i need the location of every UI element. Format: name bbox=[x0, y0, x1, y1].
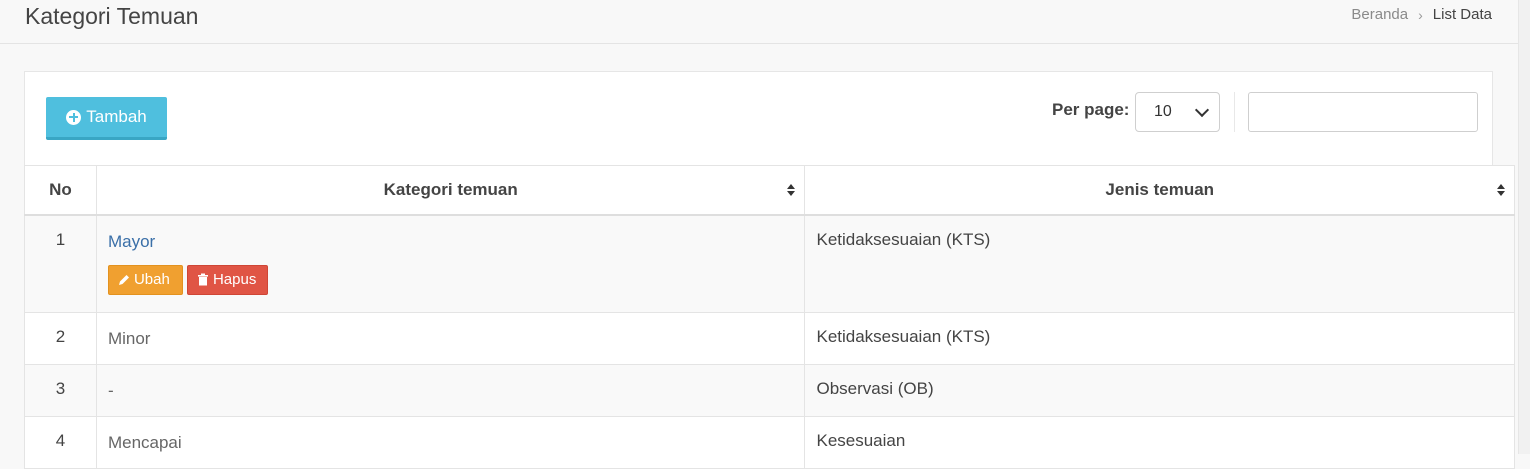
edit-button[interactable]: Ubah bbox=[107, 264, 183, 295]
column-header-kategori-label: Kategori temuan bbox=[383, 179, 518, 199]
plus-circle-icon bbox=[66, 109, 82, 125]
table-row[interactable]: 2 Minor Ketidaksesuaian (KTS) bbox=[24, 312, 1515, 365]
trash-icon bbox=[197, 273, 208, 286]
row-number: 3 bbox=[24, 364, 97, 417]
table-row[interactable]: 4 Mencapai Kesesuaian bbox=[24, 416, 1515, 469]
kategori-cell: Mencapai bbox=[95, 416, 806, 469]
breadcrumb-current: List Data bbox=[1432, 6, 1492, 23]
page-title: Kategori Temuan bbox=[25, 3, 199, 29]
search-input[interactable] bbox=[1248, 92, 1478, 132]
breadcrumb: Beranda › List Data bbox=[1351, 6, 1492, 23]
sort-icon[interactable] bbox=[787, 184, 796, 197]
table-row[interactable]: 3 - Observasi (OB) bbox=[24, 364, 1515, 417]
column-header-jenis[interactable]: Jenis temuan bbox=[804, 165, 1515, 216]
add-button-label: Tambah bbox=[86, 107, 147, 126]
kategori-link[interactable]: Mayor bbox=[108, 232, 155, 251]
jenis-cell: Ketidaksesuaian (KTS) bbox=[804, 312, 1515, 365]
kategori-cell: Minor bbox=[95, 312, 806, 365]
pencil-icon bbox=[118, 275, 129, 285]
add-button[interactable]: Tambah bbox=[46, 97, 167, 140]
vertical-scrollbar[interactable] bbox=[1518, 0, 1530, 454]
jenis-cell: Kesesuaian bbox=[804, 416, 1515, 469]
edit-button-label: Ubah bbox=[133, 271, 170, 288]
perpage-value: 10 bbox=[1154, 103, 1172, 120]
jenis-cell: Ketidaksesuaian (KTS) bbox=[804, 214, 1515, 313]
page-header: Kategori Temuan Beranda › List Data bbox=[0, 0, 1518, 44]
column-header-jenis-label: Jenis temuan bbox=[1105, 179, 1215, 199]
row-number: 2 bbox=[24, 312, 97, 365]
table-row: 1 Mayor Ubah Hapus Ketidaksesuaian (KTS) bbox=[24, 214, 1515, 313]
perpage-label: Per page: bbox=[1052, 100, 1130, 119]
perpage-select[interactable]: 10 bbox=[1135, 92, 1220, 132]
kategori-cell: - bbox=[95, 364, 806, 417]
data-table: No Kategori temuan Jenis temuan 1 Mayor … bbox=[24, 165, 1515, 469]
breadcrumb-home[interactable]: Beranda bbox=[1351, 6, 1408, 23]
sort-icon[interactable] bbox=[1497, 184, 1505, 197]
column-header-kategori[interactable]: Kategori temuan bbox=[95, 165, 806, 216]
column-header-no[interactable]: No bbox=[24, 165, 97, 216]
row-number: 4 bbox=[24, 416, 97, 469]
toolbar-divider bbox=[1234, 92, 1235, 132]
chevron-right-icon: › bbox=[1418, 6, 1423, 23]
table-header-row: No Kategori temuan Jenis temuan bbox=[24, 165, 1515, 216]
jenis-cell: Observasi (OB) bbox=[804, 364, 1515, 417]
delete-button-label: Hapus bbox=[212, 271, 257, 288]
delete-button[interactable]: Hapus bbox=[186, 264, 268, 295]
kategori-cell: Mayor Ubah Hapus bbox=[95, 214, 806, 313]
row-number: 1 bbox=[24, 214, 97, 313]
row-actions: Ubah Hapus bbox=[107, 264, 805, 295]
chevron-down-icon bbox=[1194, 102, 1210, 118]
